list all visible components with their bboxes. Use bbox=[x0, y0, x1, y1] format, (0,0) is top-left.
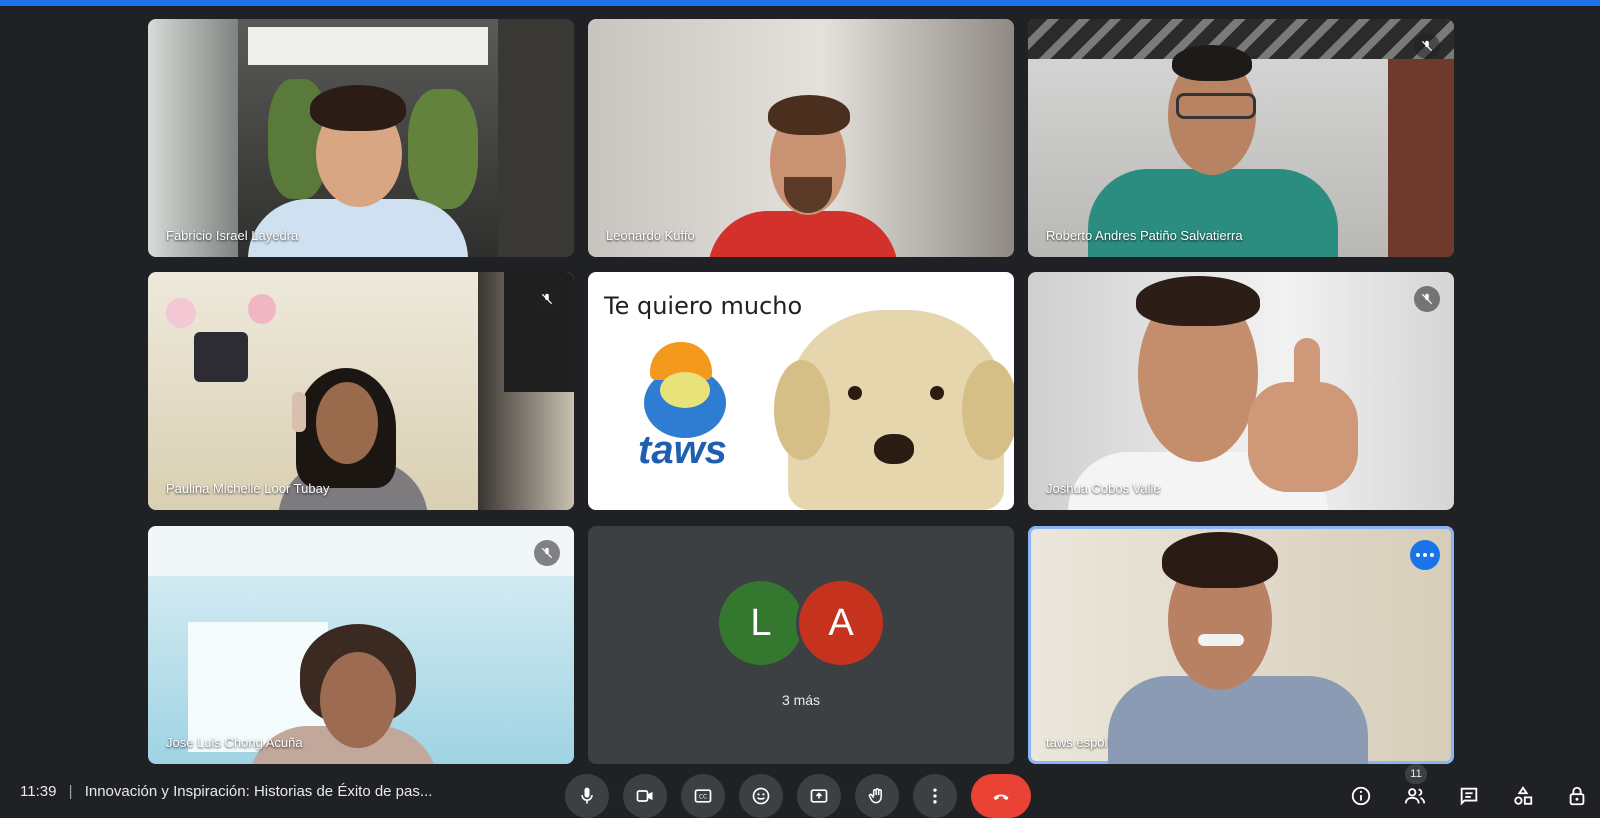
meeting-details: 11:39 | Innovación y Inspiración: Histor… bbox=[20, 783, 432, 800]
video-feed bbox=[148, 272, 574, 510]
people-icon bbox=[1404, 788, 1426, 804]
participant-name: Roberto Andres Patiño Salvatierra bbox=[1046, 228, 1243, 243]
taws-logo-face bbox=[660, 372, 710, 408]
chat-button[interactable] bbox=[1446, 778, 1492, 814]
emoji-icon bbox=[752, 787, 770, 805]
video-feed bbox=[1028, 272, 1454, 510]
bottom-bar: 11:39 | Innovación y Inspiración: Histor… bbox=[0, 764, 1600, 818]
end-call-button[interactable] bbox=[971, 774, 1031, 818]
more-options-icon bbox=[933, 788, 937, 804]
top-accent-bar bbox=[0, 0, 1600, 6]
participant-tile-joshua[interactable]: Joshua Cobos Valle bbox=[1028, 272, 1454, 510]
video-grid: Fabricio Israel Layedra Leonardo Kuffo R… bbox=[148, 19, 1454, 764]
others-avatars: L A bbox=[588, 578, 1014, 668]
shared-image-tile[interactable]: Te quiero mucho taws bbox=[588, 272, 1014, 510]
participant-name: Joshua Cobos Valle bbox=[1046, 481, 1161, 496]
participant-tile-roberto[interactable]: Roberto Andres Patiño Salvatierra bbox=[1028, 19, 1454, 257]
participant-name: Fabricio Israel Layedra bbox=[166, 228, 299, 243]
taws-logo-text: taws bbox=[638, 428, 727, 472]
host-controls-button[interactable] bbox=[1554, 778, 1600, 814]
others-tile[interactable]: L A 3 más bbox=[588, 526, 1014, 764]
raise-hand-icon bbox=[868, 788, 882, 804]
participant-count-badge: 11 bbox=[1405, 764, 1427, 784]
video-feed bbox=[1028, 19, 1454, 257]
participant-name: Paulina Michelle Loor Tubay bbox=[166, 481, 330, 496]
puppy-image bbox=[774, 310, 1014, 510]
side-controls: 11 bbox=[1330, 764, 1600, 814]
info-icon bbox=[1351, 786, 1371, 806]
muted-mic-icon bbox=[534, 540, 560, 566]
video-feed bbox=[588, 19, 1014, 257]
participant-tile-leonardo[interactable]: Leonardo Kuffo bbox=[588, 19, 1014, 257]
people-button[interactable]: 11 bbox=[1392, 764, 1438, 814]
participant-name: Leonardo Kuffo bbox=[606, 228, 695, 243]
video-feed bbox=[148, 19, 574, 257]
video-feed bbox=[1028, 526, 1454, 764]
raise-hand-button[interactable] bbox=[855, 774, 899, 818]
avatar: L bbox=[716, 578, 806, 668]
participant-name: taws espol bbox=[1046, 735, 1108, 750]
end-call-icon bbox=[993, 794, 1009, 801]
activities-button[interactable] bbox=[1500, 778, 1546, 814]
present-icon bbox=[810, 789, 828, 803]
more-options-button[interactable] bbox=[913, 774, 957, 818]
participant-tile-fabricio[interactable]: Fabricio Israel Layedra bbox=[148, 19, 574, 257]
camera-button[interactable] bbox=[623, 774, 667, 818]
avatar: A bbox=[796, 578, 886, 668]
meeting-info-button[interactable] bbox=[1338, 778, 1384, 814]
call-controls: CC bbox=[565, 774, 1045, 818]
host-controls-icon bbox=[1569, 786, 1585, 806]
separator: | bbox=[68, 783, 73, 800]
muted-mic-icon bbox=[534, 286, 560, 312]
more-participants-label: 3 más bbox=[781, 692, 821, 708]
muted-mic-icon bbox=[1414, 286, 1440, 312]
participant-tile-self[interactable]: taws espol bbox=[1028, 526, 1454, 764]
participant-tile-paulina[interactable]: Paulina Michelle Loor Tubay bbox=[148, 272, 574, 510]
muted-mic-icon bbox=[1414, 33, 1440, 59]
emoji-button[interactable] bbox=[739, 774, 783, 818]
activities-icon bbox=[1514, 786, 1533, 805]
participant-name: Jose Luis Chong Acuña bbox=[166, 735, 303, 750]
captions-icon: CC bbox=[694, 789, 712, 803]
present-button[interactable] bbox=[797, 774, 841, 818]
video-feed bbox=[148, 526, 574, 764]
mic-icon bbox=[581, 787, 593, 804]
meeting-time: 11:39 bbox=[20, 783, 57, 800]
participant-tile-jose[interactable]: Jose Luis Chong Acuña bbox=[148, 526, 574, 764]
chat-icon bbox=[1460, 787, 1478, 806]
mic-button[interactable] bbox=[565, 774, 609, 818]
camera-icon bbox=[636, 790, 653, 802]
svg-text:CC: CC bbox=[699, 795, 707, 801]
captions-button[interactable]: CC bbox=[681, 774, 725, 818]
meeting-title: Innovación y Inspiración: Historias de É… bbox=[84, 783, 433, 800]
shared-image-caption: Te quiero mucho bbox=[604, 292, 803, 320]
tile-options-button[interactable] bbox=[1410, 540, 1440, 570]
